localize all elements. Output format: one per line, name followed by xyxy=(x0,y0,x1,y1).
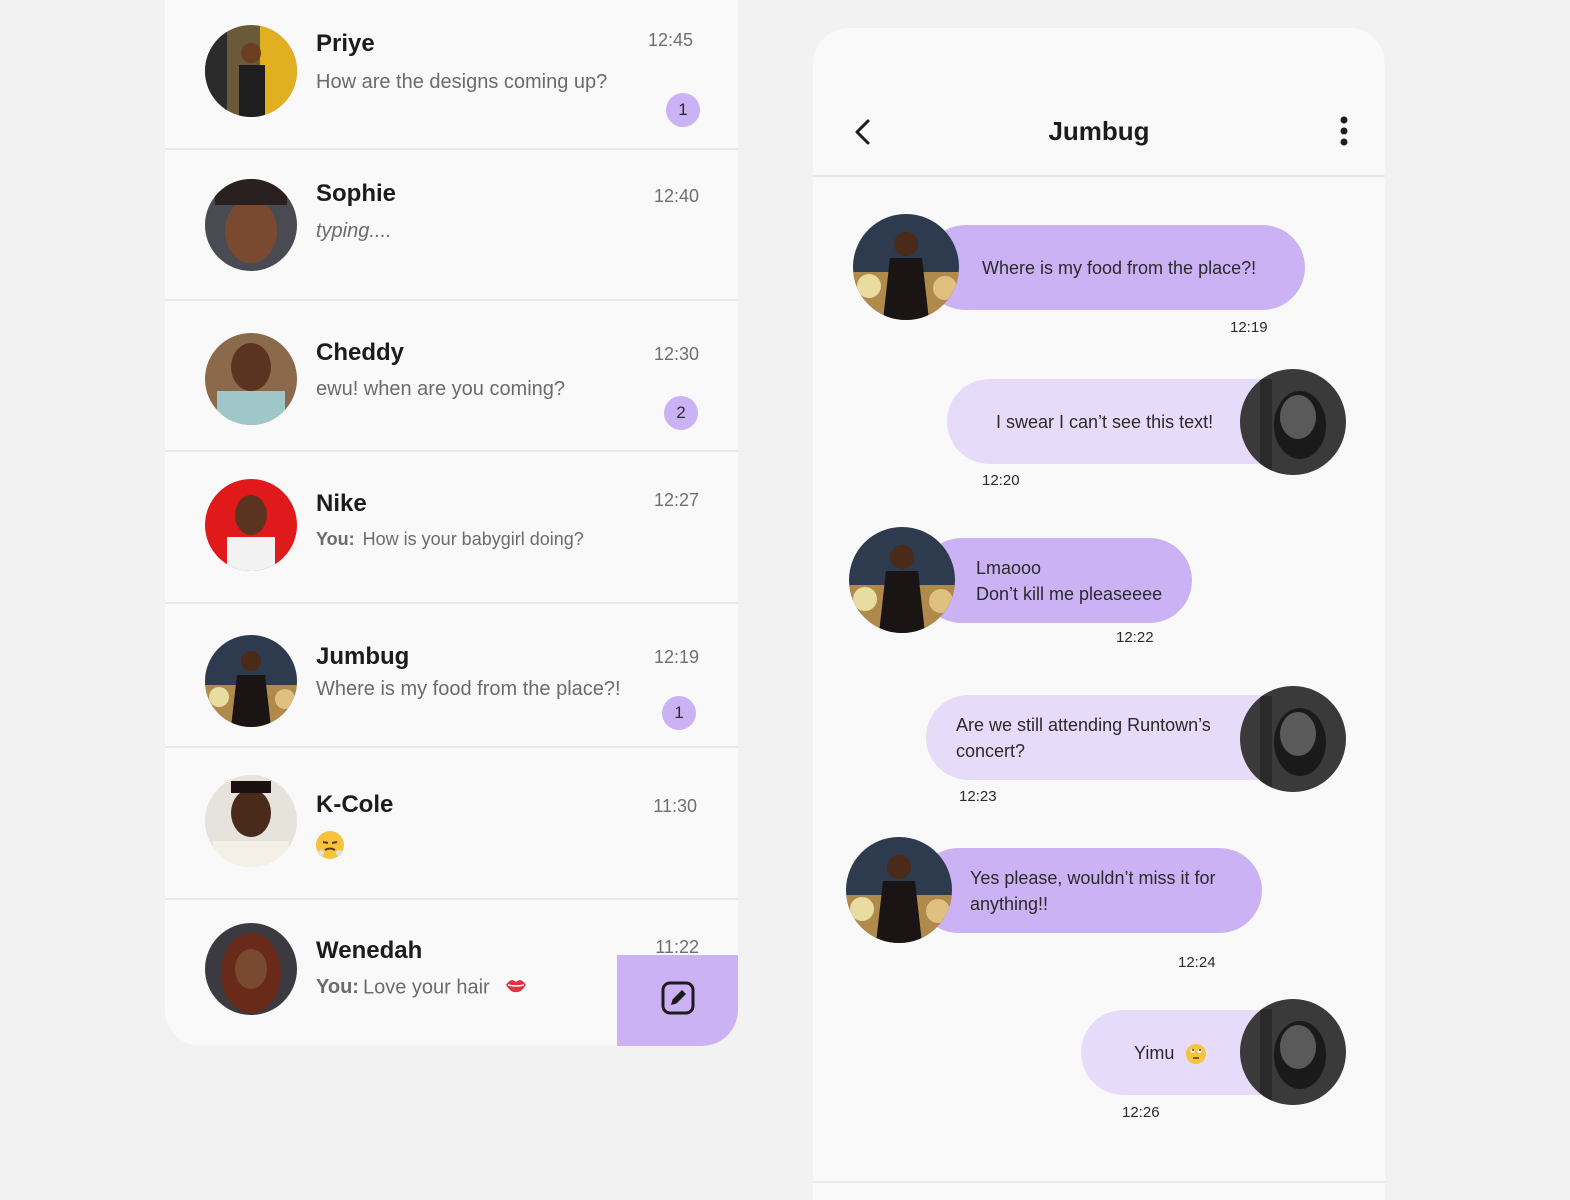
chat-item-jumbug[interactable]: Jumbug 12:19 Where is my food from the p… xyxy=(165,604,738,748)
eye-roll-emoji-icon xyxy=(1186,1043,1207,1064)
message-time: 12:20 xyxy=(982,472,1020,489)
message-time: 11:30 xyxy=(653,796,697,816)
unread-badge: 1 xyxy=(666,93,700,127)
message-bubble-incoming[interactable]: Where is my food from the place?! xyxy=(923,225,1305,310)
preview-text: How is your babygirl doing? xyxy=(362,529,584,549)
message-text: Yes please, wouldn’t miss it for xyxy=(970,867,1216,888)
message-preview: You: Love your hair xyxy=(316,975,528,1001)
message-time: 12:19 xyxy=(1230,319,1268,336)
user-avatar xyxy=(1240,999,1346,1105)
user-avatar xyxy=(1240,369,1346,475)
message-time: 12:40 xyxy=(653,186,699,206)
message-text: Lmaooo xyxy=(976,557,1042,578)
more-vertical-icon xyxy=(1333,116,1355,150)
steaming-face-emoji-icon xyxy=(316,831,344,859)
user-avatar xyxy=(1240,686,1346,792)
conversation-title: Jumbug xyxy=(1048,116,1150,146)
edit-icon xyxy=(660,980,696,1021)
sender-avatar xyxy=(849,527,955,633)
message-preview: Where is my food from the place?! xyxy=(316,678,621,700)
avatar xyxy=(205,775,297,867)
sender-avatar xyxy=(853,214,959,320)
message-time: 12:24 xyxy=(1178,954,1216,971)
kiss-lips-emoji-icon xyxy=(504,975,528,1001)
message-text: Where is my food from the place?! xyxy=(982,257,1257,278)
avatar xyxy=(205,479,297,571)
you-label: You: xyxy=(316,529,355,549)
chat-item-sophie[interactable]: Sophie 12:40 typing.... xyxy=(165,150,738,301)
divider xyxy=(813,1181,1385,1183)
preview-text: Love your hair xyxy=(362,976,490,999)
contact-name: Cheddy xyxy=(316,339,405,366)
sender-avatar xyxy=(846,837,952,943)
message-time: 12:19 xyxy=(653,647,699,667)
chat-item-nike[interactable]: Nike 12:27 You: How is your babygirl doin… xyxy=(165,452,738,604)
contact-name: Priye xyxy=(316,30,375,57)
message-bubble-incoming[interactable]: Lmaooo Don’t kill me pleaseeee xyxy=(919,538,1192,623)
message-preview: How are the designs coming up? xyxy=(316,71,608,93)
message-preview: You: How is your babygirl doing? xyxy=(316,529,584,550)
avatar xyxy=(205,25,297,117)
chat-item-priye[interactable]: Priye 12:45 How are the designs coming u… xyxy=(165,0,738,150)
conversation-header: Jumbug xyxy=(813,28,1385,177)
you-label: You: xyxy=(316,976,359,999)
chat-item-cheddy[interactable]: Cheddy 12:30 ewu! when are you coming? 2 xyxy=(165,301,738,452)
message-time: 12:27 xyxy=(653,490,699,510)
contact-name: Jumbug xyxy=(316,643,410,670)
unread-badge: 2 xyxy=(664,396,698,430)
message-bubble-incoming[interactable]: Yes please, wouldn’t miss it for anythin… xyxy=(916,848,1262,933)
message-preview: ewu! when are you coming? xyxy=(316,378,566,400)
compose-button[interactable] xyxy=(617,955,738,1046)
avatar xyxy=(205,179,297,271)
unread-badge: 1 xyxy=(662,696,696,730)
message-text: Don’t kill me pleaseeee xyxy=(976,583,1163,604)
conversation-panel: Jumbug Where is my food from the place?!… xyxy=(813,28,1385,1200)
message-time: 12:23 xyxy=(959,788,997,805)
chat-item-k-cole[interactable]: K-Cole 11:30 xyxy=(165,748,738,900)
message-text: anything!! xyxy=(970,893,1049,914)
avatar xyxy=(205,923,297,1015)
more-options-button[interactable] xyxy=(1333,116,1355,146)
avatar xyxy=(205,333,297,425)
message-time: 12:26 xyxy=(1122,1104,1160,1121)
contact-name: Wenedah xyxy=(316,937,423,964)
contact-name: K-Cole xyxy=(316,791,394,818)
typing-indicator: typing.... xyxy=(316,220,392,242)
message-time: 12:45 xyxy=(647,30,693,50)
message-time: 12:22 xyxy=(1116,629,1154,646)
contact-name: Nike xyxy=(316,490,367,517)
avatar xyxy=(205,635,297,727)
contact-name: Sophie xyxy=(316,180,397,207)
message-preview xyxy=(316,831,344,859)
chat-list-panel: Priye 12:45 How are the designs coming u… xyxy=(165,0,738,1046)
message-time: 12:30 xyxy=(653,344,699,364)
